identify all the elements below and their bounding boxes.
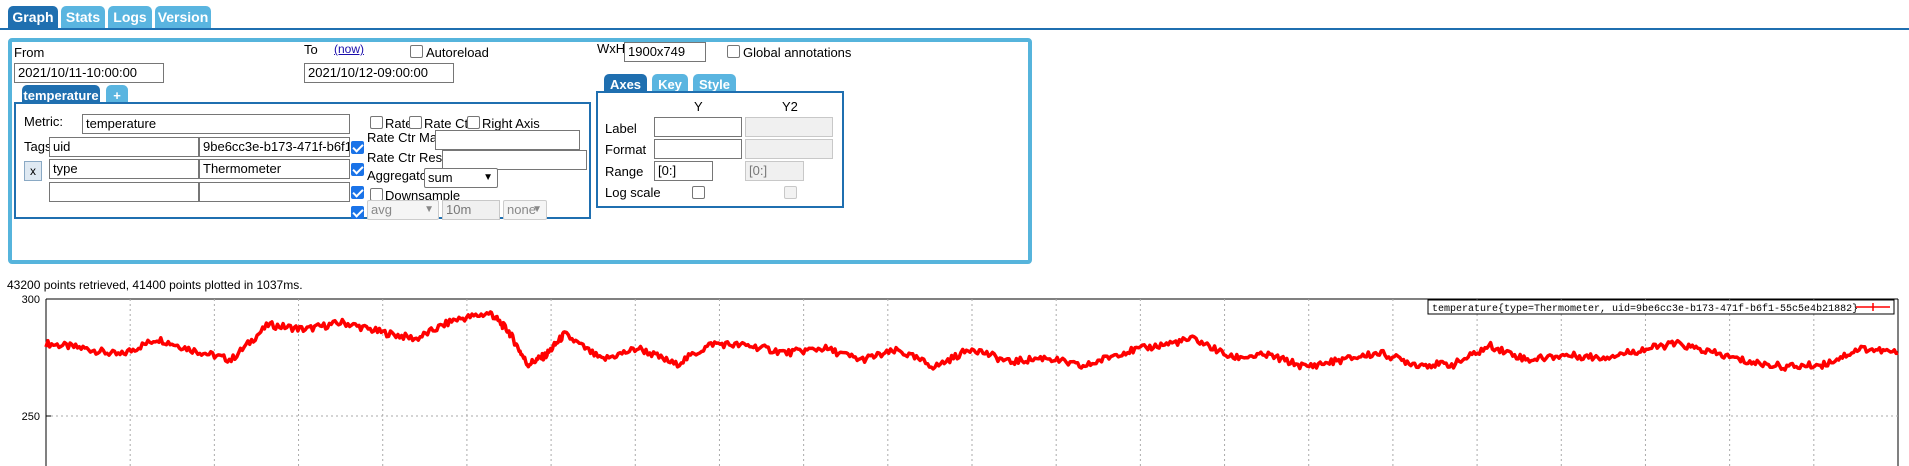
tags-label: Tags xyxy=(24,139,52,154)
aggregator-select[interactable]: sum ▼ xyxy=(424,168,498,188)
chevron-down-icon: ▼ xyxy=(483,172,493,183)
y-tick-label: 250 xyxy=(22,411,40,423)
downsample-interval-input[interactable]: 10m xyxy=(442,200,500,220)
rate-ctr-label: Rate Ctr xyxy=(424,116,473,131)
y2-range-input[interactable]: [0:] xyxy=(745,161,804,181)
y-tick-label: 300 xyxy=(22,294,40,306)
wxh-input[interactable]: 1900x749 xyxy=(624,42,706,62)
right-axis-checkbox[interactable] xyxy=(467,116,480,129)
now-link[interactable]: (now) xyxy=(334,42,364,56)
range-row-label: Range xyxy=(605,164,644,179)
metric-input[interactable]: temperature xyxy=(82,114,350,134)
tab-bar-underline xyxy=(0,28,1909,30)
tag-checkbox[interactable] xyxy=(351,163,364,176)
chevron-down-icon: ▼ xyxy=(424,204,434,215)
chevron-down-icon: ▼ xyxy=(532,204,542,215)
to-label: To xyxy=(304,42,318,57)
metric-box: Metric: temperature Tags uid 9be6cc3e-b1… xyxy=(14,102,591,220)
tag-value-input[interactable] xyxy=(199,182,350,202)
y-logscale-checkbox[interactable] xyxy=(692,186,705,199)
tag-value-input[interactable]: Thermometer xyxy=(199,159,350,179)
rate-ctr-max-input[interactable] xyxy=(435,130,580,150)
from-input[interactable]: 2021/10/11-10:00:00 xyxy=(14,63,164,83)
tag-value-input[interactable]: 9be6cc3e-b173-471f-b6f1-55c xyxy=(199,137,350,157)
autoreload-label: Autoreload xyxy=(426,45,489,60)
rate-ctr-checkbox[interactable] xyxy=(409,116,422,129)
y-format-input[interactable] xyxy=(654,139,742,159)
downsample-fill-select[interactable]: none ▼ xyxy=(503,200,547,220)
tag-key-input[interactable]: uid xyxy=(49,137,199,157)
remove-tag-button[interactable]: x xyxy=(24,161,42,181)
label-row-label: Label xyxy=(605,121,637,136)
tab-logs[interactable]: Logs xyxy=(108,6,152,28)
to-input[interactable]: 2021/10/12-09:00:00 xyxy=(304,63,454,83)
from-label: From xyxy=(14,45,45,60)
rate-checkbox[interactable] xyxy=(370,116,383,129)
rate-ctr-reset-input[interactable] xyxy=(442,150,587,170)
logscale-row-label: Log scale xyxy=(605,185,661,200)
tag-key-input[interactable]: type xyxy=(49,159,199,179)
tag-key-input[interactable] xyxy=(49,182,199,202)
axes-box: Y Y2 Label Format Range [0:] [0:] Log sc… xyxy=(596,91,844,208)
graph-chart: 300 250 temperature{type=Thermometer, uid=… xyxy=(22,294,1899,466)
downsample-function-select[interactable]: avg ▼ xyxy=(367,200,439,220)
downsample-function-value: avg xyxy=(371,202,392,217)
autoreload-checkbox[interactable] xyxy=(410,45,423,58)
query-panel: From 2021/10/11-10:00:00 To (now) 2021/1… xyxy=(8,38,1032,264)
aggregator-value: sum xyxy=(428,170,453,185)
y2-label-input[interactable] xyxy=(745,117,833,137)
format-row-label: Format xyxy=(605,142,647,157)
downsample-tag-checkbox[interactable] xyxy=(351,206,364,219)
y2-format-input[interactable] xyxy=(745,139,833,159)
y-label-input[interactable] xyxy=(654,117,742,137)
tab-graph[interactable]: Graph xyxy=(8,6,58,28)
global-annotations-label: Global annotations xyxy=(743,45,852,60)
y2-logscale-checkbox[interactable] xyxy=(784,186,797,199)
right-axis-label: Right Axis xyxy=(482,116,540,131)
tab-stats[interactable]: Stats xyxy=(61,6,105,28)
metric-label: Metric: xyxy=(24,114,63,129)
y2-header: Y2 xyxy=(782,99,798,114)
tag-checkbox[interactable] xyxy=(351,186,364,199)
y-header: Y xyxy=(694,99,703,114)
global-annotations-checkbox[interactable] xyxy=(727,45,740,58)
y-range-input[interactable]: [0:] xyxy=(654,161,713,181)
tag-checkbox[interactable] xyxy=(351,141,364,154)
legend-label: temperature{type=Thermometer, uid=9be6cc… xyxy=(1432,303,1858,315)
tab-version[interactable]: Version xyxy=(155,6,211,28)
